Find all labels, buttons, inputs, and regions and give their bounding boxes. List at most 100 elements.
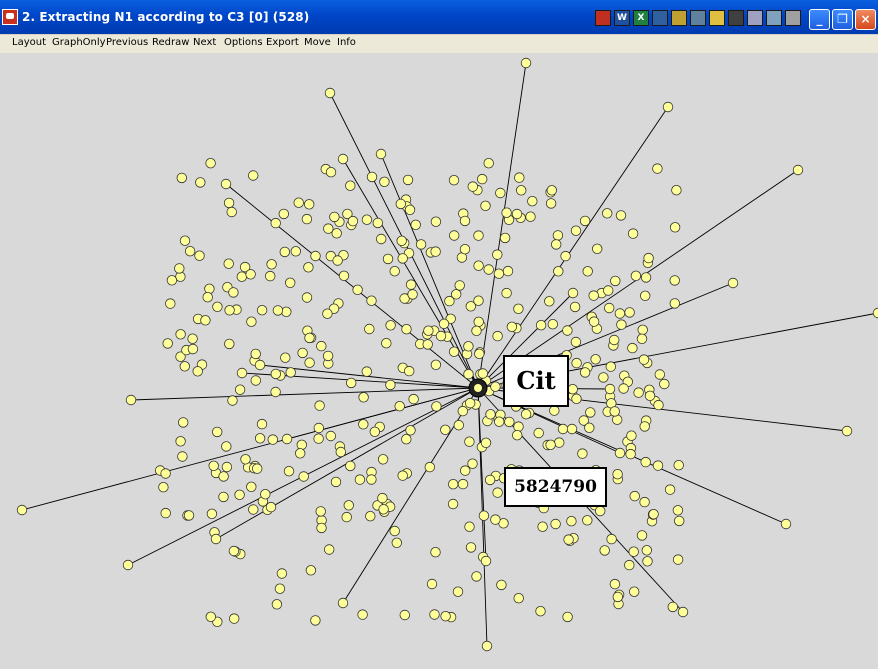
vertex-node[interactable] bbox=[453, 420, 465, 431]
vertex-node[interactable] bbox=[605, 361, 617, 372]
vertex-node[interactable] bbox=[281, 306, 292, 317]
vertex-node[interactable] bbox=[324, 87, 336, 99]
vertex-node[interactable] bbox=[480, 555, 492, 567]
vertex-node[interactable] bbox=[183, 510, 195, 521]
vertex-node[interactable] bbox=[175, 436, 186, 447]
vertex-node[interactable] bbox=[279, 246, 291, 258]
vertex-node[interactable] bbox=[579, 215, 591, 227]
vertex-node[interactable] bbox=[382, 253, 394, 265]
vertex-node[interactable] bbox=[467, 181, 479, 192]
vertex-node[interactable] bbox=[560, 250, 571, 262]
network-graph[interactable] bbox=[0, 53, 878, 669]
vertex-node[interactable] bbox=[246, 316, 257, 327]
vertex-node[interactable] bbox=[346, 377, 357, 389]
vertex-node[interactable] bbox=[513, 593, 524, 604]
vertex-node[interactable] bbox=[459, 243, 471, 255]
vertex-node[interactable] bbox=[571, 357, 582, 369]
vertex-node[interactable] bbox=[447, 498, 459, 510]
window-icon[interactable] bbox=[652, 10, 668, 26]
vertex-node[interactable] bbox=[283, 466, 295, 477]
vertex-node[interactable] bbox=[361, 214, 373, 225]
vertex-node[interactable] bbox=[563, 534, 574, 545]
vertex-node[interactable] bbox=[640, 272, 652, 283]
vertex-node[interactable] bbox=[274, 583, 286, 594]
vertex-node[interactable] bbox=[408, 393, 419, 405]
vertex-node[interactable] bbox=[546, 185, 558, 196]
vertex-node[interactable] bbox=[211, 426, 223, 438]
vertex-node[interactable] bbox=[304, 199, 315, 210]
vertex-node[interactable] bbox=[609, 334, 620, 346]
menu-redraw[interactable]: Redraw bbox=[152, 37, 189, 48]
vertex-node[interactable] bbox=[452, 586, 464, 597]
vertex-node[interactable] bbox=[332, 255, 343, 266]
vertex-node[interactable] bbox=[674, 515, 685, 527]
vertex-node[interactable] bbox=[626, 430, 637, 441]
vertex-node[interactable] bbox=[330, 476, 342, 488]
vertex-node[interactable] bbox=[341, 511, 352, 523]
vertex-node[interactable] bbox=[254, 359, 266, 371]
vertex-node[interactable] bbox=[537, 521, 548, 532]
vertex-node[interactable] bbox=[511, 208, 523, 220]
vertex-node[interactable] bbox=[636, 333, 648, 345]
network-canvas[interactable]: Cit 5824790 bbox=[0, 53, 878, 669]
vertex-node[interactable] bbox=[727, 277, 739, 289]
vertex-node[interactable] bbox=[426, 578, 438, 590]
vertex-node[interactable] bbox=[345, 460, 356, 472]
vertex-node[interactable] bbox=[566, 423, 578, 435]
vertex-node[interactable] bbox=[640, 456, 651, 468]
pajek-draw-icon[interactable] bbox=[2, 9, 18, 25]
vertex-node[interactable] bbox=[485, 409, 496, 420]
vertex-node[interactable] bbox=[473, 316, 484, 328]
vertex-node[interactable] bbox=[329, 211, 340, 223]
vertex-node[interactable] bbox=[335, 446, 347, 458]
vertex-node[interactable] bbox=[166, 275, 178, 286]
vertex-node[interactable] bbox=[305, 565, 317, 576]
vertex-node[interactable] bbox=[630, 270, 642, 282]
vertex-node[interactable] bbox=[195, 177, 206, 188]
vertex-node[interactable] bbox=[438, 318, 450, 330]
network-icon[interactable] bbox=[690, 10, 706, 26]
vertex-node[interactable] bbox=[582, 515, 593, 526]
vertex-node[interactable] bbox=[612, 469, 623, 480]
vertex-node[interactable] bbox=[551, 239, 562, 250]
vertex-node[interactable] bbox=[322, 350, 334, 362]
vertex-node[interactable] bbox=[187, 333, 198, 344]
vertex-node[interactable] bbox=[496, 579, 507, 591]
close-button[interactable]: × bbox=[855, 9, 876, 30]
menu-export[interactable]: Export bbox=[266, 37, 299, 48]
vertex-node[interactable] bbox=[547, 319, 559, 330]
vertex-node[interactable] bbox=[372, 217, 384, 229]
vertex-node[interactable] bbox=[361, 366, 373, 377]
vertex-node[interactable] bbox=[228, 545, 240, 557]
vertex-node[interactable] bbox=[473, 230, 484, 241]
vertex-node[interactable] bbox=[471, 571, 482, 582]
vertex-node[interactable] bbox=[464, 521, 475, 532]
vertex-node[interactable] bbox=[293, 197, 304, 208]
vertex-node[interactable] bbox=[567, 384, 578, 395]
vertex-node[interactable] bbox=[177, 451, 188, 462]
vertex-node[interactable] bbox=[513, 421, 524, 432]
vertex-node[interactable] bbox=[260, 489, 271, 500]
vertex-node[interactable] bbox=[627, 228, 639, 239]
search-icon[interactable] bbox=[671, 10, 687, 26]
vertex-node[interactable] bbox=[378, 504, 389, 515]
vertex-node[interactable] bbox=[304, 332, 315, 344]
vertex-node[interactable] bbox=[402, 174, 414, 186]
vertex-node[interactable] bbox=[223, 197, 235, 209]
vertex-node[interactable] bbox=[397, 253, 408, 264]
vertex-node[interactable] bbox=[585, 407, 596, 418]
vertex-node[interactable] bbox=[376, 233, 387, 245]
vertex-node[interactable] bbox=[256, 418, 268, 430]
vertex-node[interactable] bbox=[389, 525, 400, 537]
vertex-node[interactable] bbox=[310, 615, 321, 626]
vertex-node[interactable] bbox=[595, 505, 606, 517]
vertex-node[interactable] bbox=[337, 597, 349, 609]
vertex-node[interactable] bbox=[467, 458, 478, 469]
vertex-node[interactable] bbox=[377, 454, 389, 465]
menu-previous[interactable]: Previous bbox=[106, 37, 148, 48]
vertex-node[interactable] bbox=[298, 471, 309, 482]
vertex-node[interactable] bbox=[316, 340, 327, 352]
vertex-node[interactable] bbox=[577, 448, 588, 459]
vertex-node[interactable] bbox=[122, 559, 134, 571]
vertex-node[interactable] bbox=[324, 544, 335, 555]
